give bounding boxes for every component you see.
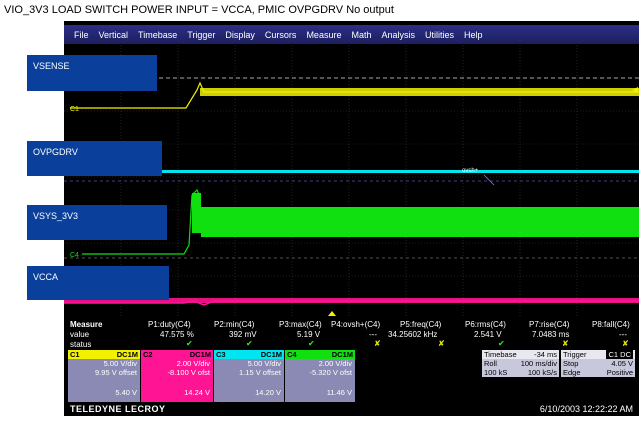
ovsh-marker: ovsh+ (462, 168, 479, 174)
readout: 14.24 V (184, 388, 210, 397)
trace-label-ovpgdrv: OVPGDRV (27, 141, 162, 176)
timebase-samples: 100 kS (484, 368, 508, 377)
menu-vertical[interactable]: Vertical (94, 30, 134, 40)
coupling-badge: DC1M (260, 350, 282, 359)
readout: 14.20 V (255, 388, 281, 397)
menu-math[interactable]: Math (346, 30, 376, 40)
param-name[interactable]: P4:ovsh+(C4) (331, 320, 380, 329)
status-warn-icon: ✘ (374, 339, 381, 348)
param-value: 2.541 V (474, 330, 502, 339)
trace-label-vcca: VCCA (27, 266, 169, 300)
status-ok-icon: ✔ (308, 339, 315, 348)
param-name[interactable]: P2:min(C4) (214, 320, 254, 329)
volts-per-div: 5.00 V/div (247, 359, 281, 368)
channel-panel-c3[interactable]: C3 DC1M 5.00 V/div 1.15 V offset 14.20 V (214, 350, 284, 402)
trace-label-vsys: VSYS_3V3 (27, 205, 167, 240)
menu-utilities[interactable]: Utilities (420, 30, 459, 40)
status-ok-icon: ✔ (246, 339, 253, 348)
menu-measure[interactable]: Measure (301, 30, 346, 40)
status-row-label: status (70, 340, 92, 349)
param-value: 392 mV (229, 330, 257, 339)
coupling-badge: DC1M (189, 350, 211, 359)
status-warn-icon: ✘ (562, 339, 569, 348)
readout: 5.40 V (115, 388, 137, 397)
timebase-rate: 100 kS/s (527, 368, 557, 377)
param-value: 7.0483 ms (532, 330, 570, 339)
channel-id: C1 (70, 350, 80, 359)
channel-panel-c4[interactable]: C4 DC1M 2.00 V/div -5.320 V ofst 11.46 V (285, 350, 355, 402)
channel-id: C3 (216, 350, 226, 359)
datetime: 6/10/2003 12:22:22 AM (539, 404, 633, 414)
status-warn-icon: ✘ (622, 339, 629, 348)
coupling-badge: DC1M (116, 350, 138, 359)
volts-per-div: 5.00 V/div (103, 359, 137, 368)
offset: 1.15 V offset (239, 368, 281, 377)
trigger-panel[interactable]: Trigger C1 DC Stop 4.05 V Edge Positive (561, 350, 635, 377)
offset: -5.320 V ofst (309, 368, 352, 377)
param-name[interactable]: P7:rise(C4) (529, 320, 569, 329)
menu-timebase[interactable]: Timebase (133, 30, 182, 40)
param-name[interactable]: P5:freq(C4) (400, 320, 441, 329)
timebase-label: Timebase (484, 350, 517, 359)
param-name[interactable]: P1:duty(C4) (148, 320, 191, 329)
param-value: --- (619, 330, 627, 339)
measure-table: Measure value status P1:duty(C4) 47.575 … (64, 316, 639, 350)
coupling-badge: DC1M (331, 350, 353, 359)
menu-trigger[interactable]: Trigger (182, 30, 220, 40)
brand-logo: TELEDYNE LECROY (70, 404, 166, 414)
param-value: 5.19 V (297, 330, 321, 339)
volts-per-div: 2.00 V/div (176, 359, 210, 368)
measure-heading: Measure (70, 320, 103, 329)
param-value: --- (369, 330, 377, 339)
channel-panel-c2[interactable]: C2 DC1M 2.00 V/div -8.100 V ofst 14.24 V (141, 350, 213, 402)
status-warn-icon: ✘ (438, 339, 445, 348)
trigger-type: Edge (563, 368, 581, 377)
menu-file[interactable]: File (64, 30, 94, 40)
menu-help[interactable]: Help (459, 30, 488, 40)
trigger-mode: Stop (563, 359, 579, 368)
timebase-tdiv: 100 ms/div (520, 359, 557, 368)
page-title: VIO_3V3 LOAD SWITCH POWER INPUT = VCCA, … (4, 4, 394, 16)
volts-per-div: 2.00 V/div (318, 359, 352, 368)
c4-marker: C4 (70, 252, 79, 259)
channel-id: C4 (287, 350, 297, 359)
menu-analysis[interactable]: Analysis (376, 30, 420, 40)
status-ok-icon: ✔ (498, 339, 505, 348)
trace-label-vsense: VSENSE (27, 55, 157, 91)
c1-marker: C1 (70, 106, 79, 113)
param-name[interactable]: P3:max(C4) (279, 320, 322, 329)
trigger-label: Trigger (563, 350, 587, 359)
trigger-slope: Positive (606, 368, 633, 377)
offset: 9.95 V offset (95, 368, 137, 377)
param-name[interactable]: P8:fall(C4) (592, 320, 630, 329)
trigger-source: C1 DC (606, 350, 633, 359)
status-footer: TELEDYNE LECROY 6/10/2003 12:22:22 AM (64, 402, 639, 416)
param-value: 47.575 % (160, 330, 194, 339)
trigger-level: 4.05 V (611, 359, 633, 368)
param-value: 34.25602 kHz (388, 330, 438, 339)
readout: 11.46 V (326, 388, 352, 397)
channel-id: C2 (143, 350, 153, 359)
menu-bar: File Vertical Timebase Trigger Display C… (64, 25, 639, 44)
timebase-delay: -34 ms (534, 350, 557, 359)
status-ok-icon: ✔ (186, 339, 193, 348)
timebase-panel[interactable]: Timebase -34 ms Roll 100 ms/div 100 kS 1… (482, 350, 559, 377)
menu-cursors[interactable]: Cursors (260, 30, 302, 40)
offset: -8.100 V ofst (167, 368, 210, 377)
value-row-label: value (70, 330, 90, 339)
param-name[interactable]: P6:rms(C4) (465, 320, 506, 329)
menu-display[interactable]: Display (220, 30, 260, 40)
timebase-mode: Roll (484, 359, 497, 368)
channel-panel-c1[interactable]: C1 DC1M 5.00 V/div 9.95 V offset 5.40 V (68, 350, 140, 402)
